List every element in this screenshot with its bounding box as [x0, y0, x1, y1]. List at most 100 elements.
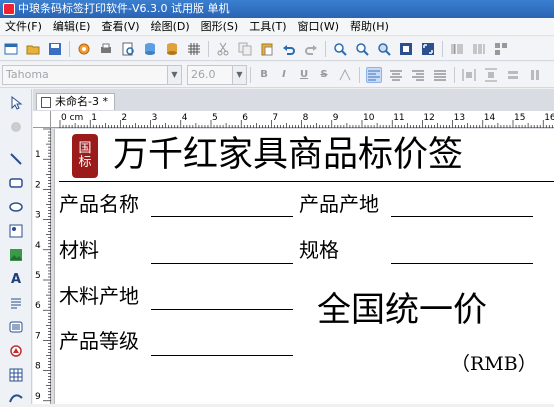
zoom-out-icon[interactable]: [354, 41, 370, 57]
menu-tools[interactable]: 工具(T): [244, 18, 292, 36]
field-wood-origin[interactable]: 木料产地: [59, 283, 139, 309]
main-toolbar: [0, 37, 554, 61]
toolbar-separator: [442, 40, 443, 57]
ruler-label: 8: [35, 362, 41, 372]
ruler-label: 4: [182, 113, 188, 123]
pointer-icon[interactable]: [8, 95, 24, 111]
text-icon[interactable]: A: [8, 271, 24, 287]
origin-line[interactable]: [391, 216, 533, 217]
barcode-icon[interactable]: [449, 41, 465, 57]
save-icon[interactable]: [47, 41, 63, 57]
line-icon[interactable]: [8, 151, 24, 167]
align-justify-icon[interactable]: [432, 67, 448, 83]
document-area: 未命名-3 * 0 cm 1 2 3 4 5 6 7 8 9 10 11 12 13 14 15 16 1234…: [33, 89, 554, 404]
zoom-actual-icon[interactable]: [398, 41, 414, 57]
spec-line[interactable]: [391, 263, 533, 264]
wood-origin-line[interactable]: [151, 309, 293, 310]
database-settings-icon[interactable]: [164, 41, 180, 57]
bold-button[interactable]: B: [256, 67, 272, 83]
italic-button[interactable]: I: [276, 67, 292, 83]
font-size-value: 26.0: [191, 67, 216, 81]
barcode-tool-icon[interactable]: [8, 319, 24, 335]
fullscreen-icon[interactable]: [420, 41, 436, 57]
field-product-name[interactable]: 产品名称: [59, 191, 139, 217]
product-name-line[interactable]: [151, 216, 293, 217]
menu-edit[interactable]: 编辑(E): [48, 18, 97, 36]
rectangle-icon[interactable]: [8, 175, 24, 191]
database-icon[interactable]: [142, 41, 158, 57]
price-text[interactable]: 全国统一价: [317, 288, 487, 332]
grade-line[interactable]: [151, 355, 293, 356]
menu-shape[interactable]: 图形(S): [196, 18, 245, 36]
copy-icon[interactable]: [237, 41, 253, 57]
same-height-icon[interactable]: [527, 67, 543, 83]
field-material[interactable]: 材料: [59, 237, 99, 263]
font-family-value: Tahoma: [6, 67, 49, 81]
open-folder-icon[interactable]: [25, 41, 41, 57]
seal-logo: 国 标: [72, 134, 98, 178]
strikethrough-button[interactable]: S: [316, 67, 332, 83]
material-line[interactable]: [151, 263, 293, 264]
align-right-icon[interactable]: [410, 67, 426, 83]
menu-view[interactable]: 查看(V): [96, 18, 145, 36]
document-tab[interactable]: 未命名-3 *: [36, 93, 115, 110]
ruler-label: 1: [35, 150, 41, 160]
window-titlebar: 中琅条码标签打印软件-V6.3.0 试用版 单机: [0, 0, 554, 18]
curve-tool-icon[interactable]: [8, 389, 24, 405]
settings-icon[interactable]: [76, 41, 92, 57]
align-left-icon[interactable]: [366, 66, 382, 83]
shape-tool-icon[interactable]: [8, 343, 24, 359]
align-center-icon[interactable]: [388, 67, 404, 83]
window-title: 中琅条码标签打印软件-V6.3.0 试用版 单机: [18, 2, 230, 15]
ruler-label: 14: [484, 113, 496, 123]
text-effect-icon[interactable]: [337, 67, 353, 83]
picture-icon[interactable]: [8, 247, 24, 263]
print-preview-icon[interactable]: [120, 41, 136, 57]
chevron-down-icon[interactable]: ▼: [167, 65, 181, 84]
font-family-select[interactable]: Tahoma ▼: [2, 64, 182, 85]
label-title[interactable]: 万千红家具商品标价签: [113, 133, 463, 177]
field-spec[interactable]: 规格: [299, 237, 339, 263]
paste-icon[interactable]: [259, 41, 275, 57]
ruler-left: 1 2 3 4 5 6 7 8 9: [33, 128, 51, 404]
ellipse-icon[interactable]: [8, 199, 24, 215]
underline-button[interactable]: U: [296, 67, 312, 83]
distribute-v-icon[interactable]: [483, 67, 499, 83]
zoom-in-icon[interactable]: [332, 41, 348, 57]
app-icon: [3, 3, 15, 15]
field-origin[interactable]: 产品产地: [299, 191, 379, 217]
toolbar-separator: [69, 40, 70, 57]
hand-icon[interactable]: [8, 119, 24, 135]
ruler-label: 0 cm: [61, 113, 83, 123]
rich-text-icon[interactable]: [8, 295, 24, 311]
menu-help[interactable]: 帮助(H): [345, 18, 395, 36]
cut-icon[interactable]: [215, 41, 231, 57]
distribute-h-icon[interactable]: [461, 67, 477, 83]
menu-file[interactable]: 文件(F): [0, 18, 48, 36]
image-icon[interactable]: [8, 223, 24, 239]
font-size-select[interactable]: 26.0 ▼: [187, 64, 247, 85]
redo-icon[interactable]: [303, 41, 319, 57]
label-canvas[interactable]: 国 标 万千红家具商品标价签 产品名称 产品产地 材料 规格 木料产地 全国统一…: [54, 129, 554, 404]
qrcode-icon[interactable]: [493, 41, 509, 57]
zoom-fit-icon[interactable]: [376, 41, 392, 57]
table-tool-icon[interactable]: [8, 367, 24, 383]
drawing-toolbar: A: [0, 89, 32, 404]
same-width-icon[interactable]: [505, 67, 521, 83]
title-divider[interactable]: [59, 181, 554, 182]
menu-draw[interactable]: 绘图(D): [146, 18, 196, 36]
toolbar-separator: [454, 66, 455, 83]
barcode-settings-icon[interactable]: [471, 41, 487, 57]
grid-icon[interactable]: [186, 41, 202, 57]
print-icon[interactable]: [98, 41, 114, 57]
chevron-down-icon[interactable]: ▼: [232, 65, 246, 84]
ruler-label: 10: [363, 113, 375, 123]
undo-icon[interactable]: [281, 41, 297, 57]
toolbar-separator: [208, 40, 209, 57]
menu-window[interactable]: 窗口(W): [293, 18, 345, 36]
new-file-icon[interactable]: [3, 41, 19, 57]
ruler-label: 2: [121, 113, 127, 123]
currency-text[interactable]: （RMB）: [451, 351, 537, 377]
ruler-label: 9: [333, 113, 339, 123]
field-grade[interactable]: 产品等级: [59, 328, 139, 354]
